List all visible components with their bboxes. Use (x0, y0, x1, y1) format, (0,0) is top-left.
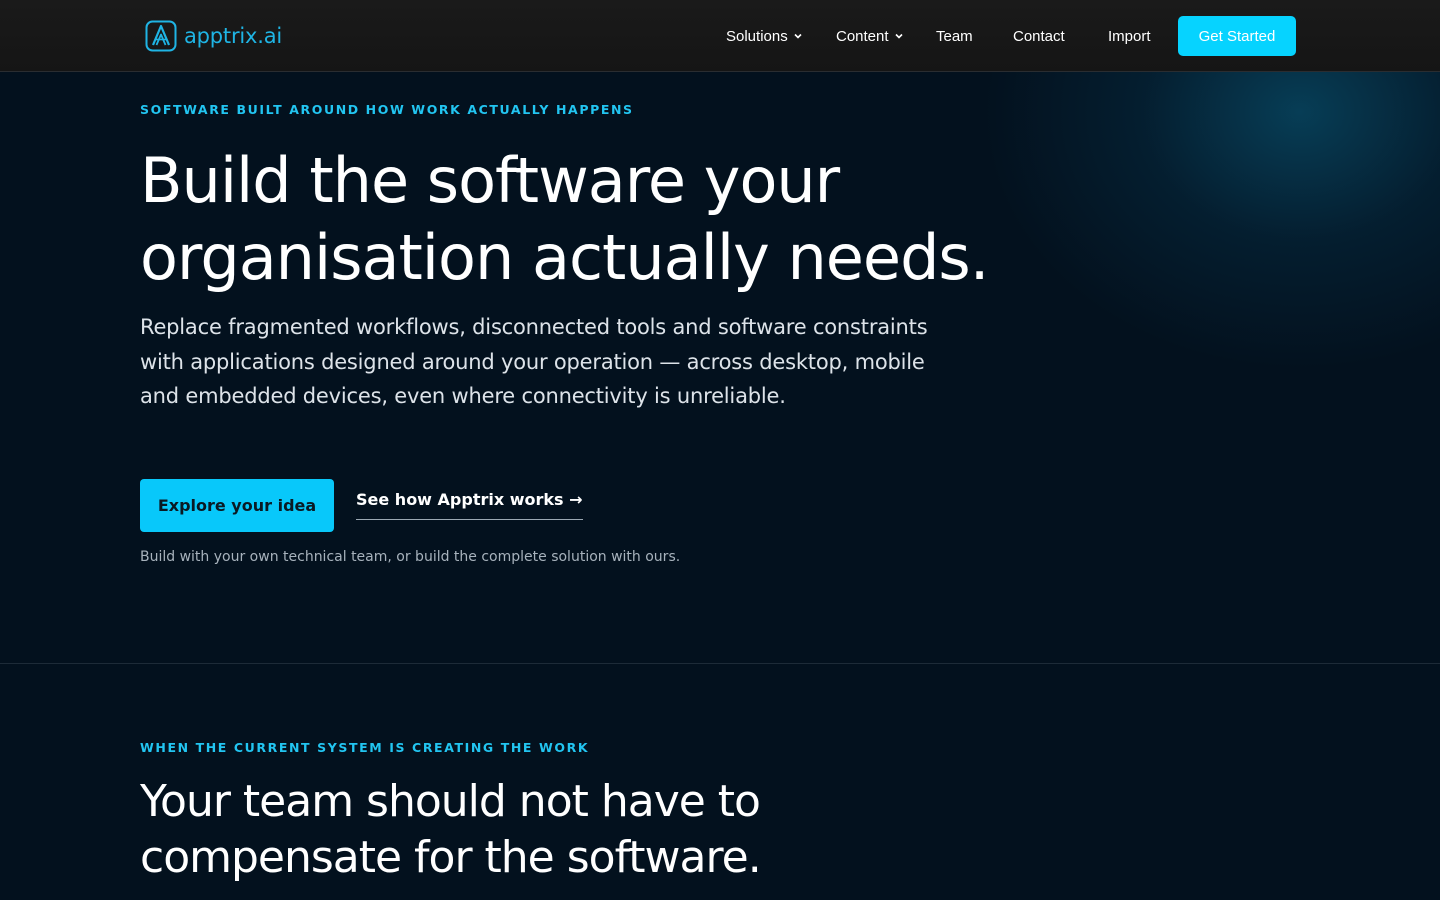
see-how-it-works-link[interactable]: See how Apptrix works → (356, 490, 583, 520)
chevron-down-icon (794, 33, 802, 39)
problem-section: WHEN THE CURRENT SYSTEM IS CREATING THE … (0, 664, 1440, 900)
section-headline-line-1: Your team should not have to (140, 776, 761, 827)
nav-item-label: Content (836, 27, 889, 45)
nav-item-label: Team (936, 27, 973, 45)
logo[interactable]: apptrix.ai (145, 20, 282, 52)
background-glow (980, 72, 1440, 372)
nav-item-contact[interactable]: Contact (1013, 0, 1065, 72)
hero-eyebrow: SOFTWARE BUILT AROUND HOW WORK ACTUALLY … (140, 102, 634, 117)
nav-item-team[interactable]: Team (936, 0, 973, 72)
nav-item-label: Contact (1013, 27, 1065, 45)
nav-item-solutions[interactable]: Solutions (726, 0, 803, 72)
page: apptrix.ai Solutions Content Team Contac… (0, 0, 1440, 900)
hero-section: SOFTWARE BUILT AROUND HOW WORK ACTUALLY … (0, 72, 1440, 663)
section-headline-line-2: compensate for the software. (140, 832, 762, 883)
explore-idea-button[interactable]: Explore your idea (140, 479, 334, 532)
section-eyebrow: WHEN THE CURRENT SYSTEM IS CREATING THE … (140, 740, 590, 755)
brand-name: apptrix.ai (184, 24, 283, 48)
nav-item-label: Solutions (726, 27, 788, 45)
hero-description: Replace fragmented workflows, disconnect… (140, 315, 928, 409)
get-started-button[interactable]: Get Started (1178, 16, 1296, 56)
apptrix-logo-icon (145, 20, 177, 52)
hero-footnote: Build with your own technical team, or b… (140, 549, 681, 565)
chevron-down-icon (894, 33, 903, 39)
nav-item-content[interactable]: Content (836, 0, 904, 72)
hero-headline-line-1: Build the software your (140, 144, 840, 217)
top-navigation: apptrix.ai Solutions Content Team Contac… (0, 0, 1440, 72)
nav-item-import[interactable]: Import (1108, 0, 1151, 72)
hero-headline-line-2: organisation actually needs. (140, 221, 989, 294)
nav-item-label: Import (1108, 27, 1151, 45)
